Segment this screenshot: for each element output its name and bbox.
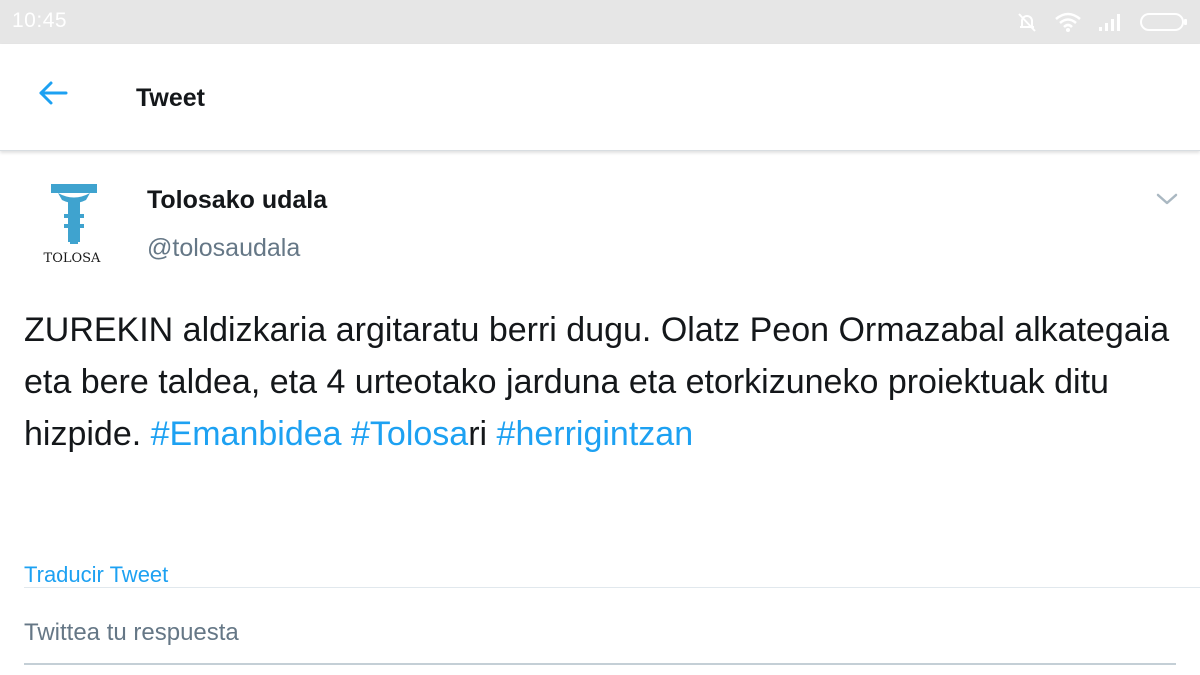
reply-input-underline (24, 663, 1176, 665)
author-handle[interactable]: @tolosaudala (147, 234, 300, 263)
reply-input[interactable] (24, 616, 1176, 650)
back-button[interactable] (30, 72, 76, 118)
hashtag-link[interactable]: #Tolosa (351, 415, 468, 453)
divider (24, 587, 1200, 588)
tweet-text-tail: ri (468, 415, 497, 453)
battery-icon (1140, 11, 1188, 33)
wifi-icon (1054, 11, 1082, 33)
status-bar: 10:45 (0, 0, 1200, 44)
page-title: Tweet (136, 84, 205, 112)
chevron-down-icon (1156, 192, 1178, 211)
hashtag-link[interactable]: #herrigintzan (497, 415, 694, 453)
hashtag-link[interactable]: #Emanbidea (151, 415, 342, 453)
tweet-text: ZUREKIN aldizkaria argitaratu berri dugu… (24, 304, 1184, 460)
arrow-left-icon (37, 77, 69, 114)
mute-bell-icon (1016, 11, 1038, 33)
avatar[interactable]: TOLOSA (24, 180, 116, 272)
author-name[interactable]: Tolosako udala (147, 186, 327, 215)
app-header: Tweet (0, 44, 1200, 151)
status-time: 10:45 (12, 9, 68, 32)
translate-tweet-link[interactable]: Traducir Tweet (24, 562, 168, 588)
avatar-logo-text: TOLOSA (44, 251, 102, 266)
signal-icon (1098, 12, 1124, 32)
status-icons (1016, 9, 1188, 35)
tweet-options-button[interactable] (1152, 186, 1182, 216)
